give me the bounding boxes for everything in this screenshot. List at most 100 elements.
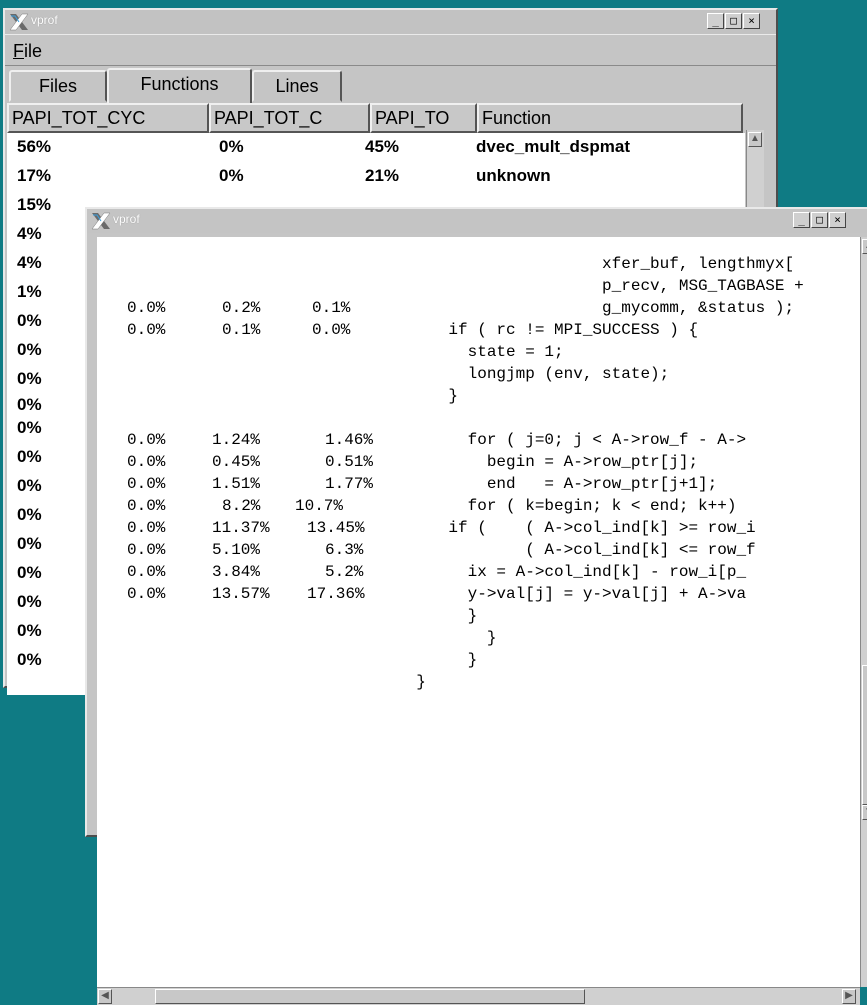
col-a: 0.0% <box>127 541 166 559</box>
scroll-up-arrow-icon[interactable]: ▲ <box>862 239 867 254</box>
to-value: 45% <box>365 137 400 156</box>
code-text: if ( ( A->col_ind[k] >= row_i <box>410 519 756 537</box>
source-view-vertical-scrollbar[interactable]: ▲ ▼ <box>860 237 867 987</box>
col-b: 13.57% <box>212 585 270 603</box>
col-c: 0.51% <box>325 453 374 471</box>
horizontal-scroll-thumb[interactable] <box>155 989 585 1004</box>
cyc-value: 15% <box>17 195 52 214</box>
code-text: y->val[j] = y->val[j] + A->va <box>410 585 747 603</box>
tab-files[interactable]: Files <box>9 70 107 102</box>
code-text: } <box>410 607 478 625</box>
c-value: 0% <box>219 137 244 156</box>
tab-functions-label: Functions <box>140 74 219 94</box>
code-text: } <box>410 387 459 405</box>
x-logo-icon <box>9 13 29 31</box>
function-name: unknown <box>476 166 551 185</box>
menu-file[interactable]: File <box>13 41 42 62</box>
window-title: vprof <box>113 212 140 226</box>
code-text: state = 1; <box>410 343 564 361</box>
cyc-value: 0% <box>17 621 42 640</box>
code-text: for ( k=begin; k < end; k++) <box>410 497 737 515</box>
col-a: 0.0% <box>127 299 166 317</box>
col-b: 11.37% <box>212 519 270 537</box>
menu-file-label: ile <box>24 41 43 61</box>
col-b: 5.10% <box>212 541 261 559</box>
minimize-button[interactable]: _ <box>793 212 810 228</box>
code-text: ix = A->col_ind[k] - row_i[p_ <box>410 563 747 581</box>
maximize-button[interactable]: □ <box>811 212 828 228</box>
x-logo-icon <box>91 212 111 230</box>
c-value: 0% <box>219 166 244 185</box>
col-a: 0.0% <box>127 321 166 339</box>
column-header-row: PAPI_TOT_CYC PAPI_TOT_C PAPI_TO Function <box>7 103 743 133</box>
tab-lines-label: Lines <box>275 76 319 96</box>
tab-functions[interactable]: Functions <box>107 68 252 103</box>
cyc-value: 0% <box>17 563 42 582</box>
cyc-value: 1% <box>17 282 42 301</box>
col-b: 0.1% <box>222 321 261 339</box>
source-view-horizontal-scrollbar[interactable]: ◀ ▶ <box>97 987 860 1005</box>
cyc-value: 0% <box>17 311 42 330</box>
col-a: 0.0% <box>127 475 166 493</box>
column-header-function[interactable]: Function <box>477 103 743 133</box>
code-text: } <box>410 629 497 647</box>
close-button[interactable]: × <box>743 13 760 29</box>
cyc-value: 0% <box>17 505 42 524</box>
col-a: 0.0% <box>127 563 166 581</box>
tab-bar: Files Functions Lines <box>5 68 776 103</box>
cyc-value: 17% <box>17 166 52 185</box>
vprof-source-window: vprof _ □ × xfer_buf, lengthmyx[ p_recv,… <box>85 207 867 1005</box>
maximize-button[interactable]: □ <box>725 13 742 29</box>
code-text: longjmp (env, state); <box>410 365 670 383</box>
col-b: 1.24% <box>212 431 261 449</box>
function-name: dvec_mult_dspmat <box>476 137 630 156</box>
cyc-value: 4% <box>17 253 42 272</box>
tab-lines[interactable]: Lines <box>252 70 342 102</box>
cyc-value: 0% <box>17 340 42 359</box>
cyc-value: 0% <box>17 534 42 553</box>
list-item[interactable]: 56% 0% 45% dvec_mult_dspmat <box>7 133 745 162</box>
menu-file-mnemonic: F <box>13 41 24 61</box>
col-c: 0.1% <box>312 299 351 317</box>
col-c: 1.77% <box>325 475 374 493</box>
minimize-button[interactable]: _ <box>707 13 724 29</box>
code-text: end = A->row_ptr[j+1]; <box>410 475 718 493</box>
code-text: g_mycomm, &status ); <box>410 299 795 317</box>
col-a: 0.0% <box>127 431 166 449</box>
column-header-papi-to[interactable]: PAPI_TO <box>370 103 477 133</box>
code-text: begin = A->row_ptr[j]; <box>410 453 699 471</box>
col-b: 1.51% <box>212 475 261 493</box>
window-titlebar[interactable]: vprof _ □ × <box>5 10 776 34</box>
source-code-view[interactable]: xfer_buf, lengthmyx[ p_recv, MSG_TAGBASE… <box>97 237 860 987</box>
col-b: 0.45% <box>212 453 261 471</box>
column-header-papi-tot-cyc[interactable]: PAPI_TOT_CYC <box>7 103 209 133</box>
col-c: 13.45% <box>307 519 365 537</box>
window-title: vprof <box>31 13 58 27</box>
column-header-papi-tot-c[interactable]: PAPI_TOT_C <box>209 103 370 133</box>
cyc-value: 0% <box>17 650 42 669</box>
code-text: for ( j=0; j < A->row_f - A-> <box>410 431 747 449</box>
scroll-right-arrow-icon[interactable]: ▶ <box>842 989 856 1004</box>
col-a: 0.0% <box>127 585 166 603</box>
col-c: 6.3% <box>325 541 364 559</box>
col-b: 3.84% <box>212 563 261 581</box>
scroll-up-arrow-icon[interactable]: ▲ <box>748 132 762 147</box>
scroll-down-arrow-icon[interactable]: ▼ <box>862 805 867 820</box>
code-text: xfer_buf, lengthmyx[ <box>410 255 795 273</box>
code-text: ( A->col_ind[k] <= row_f <box>410 541 756 559</box>
tab-files-label: Files <box>38 76 77 96</box>
cyc-value: 0% <box>17 395 42 414</box>
list-item[interactable]: 17% 0% 21% unknown <box>7 162 745 191</box>
scroll-thumb[interactable] <box>862 665 867 805</box>
to-value: 21% <box>365 166 400 185</box>
close-button[interactable]: × <box>829 212 846 228</box>
col-a: 0.0% <box>127 519 166 537</box>
cyc-value: 0% <box>17 476 42 495</box>
col-c: 0.0% <box>312 321 351 339</box>
menubar: File <box>5 34 776 66</box>
cyc-value: 0% <box>17 369 42 388</box>
cyc-value: 0% <box>17 418 42 437</box>
scroll-left-arrow-icon[interactable]: ◀ <box>98 989 112 1004</box>
window-titlebar[interactable]: vprof _ □ × <box>87 209 867 233</box>
col-b: 0.2% <box>222 299 261 317</box>
